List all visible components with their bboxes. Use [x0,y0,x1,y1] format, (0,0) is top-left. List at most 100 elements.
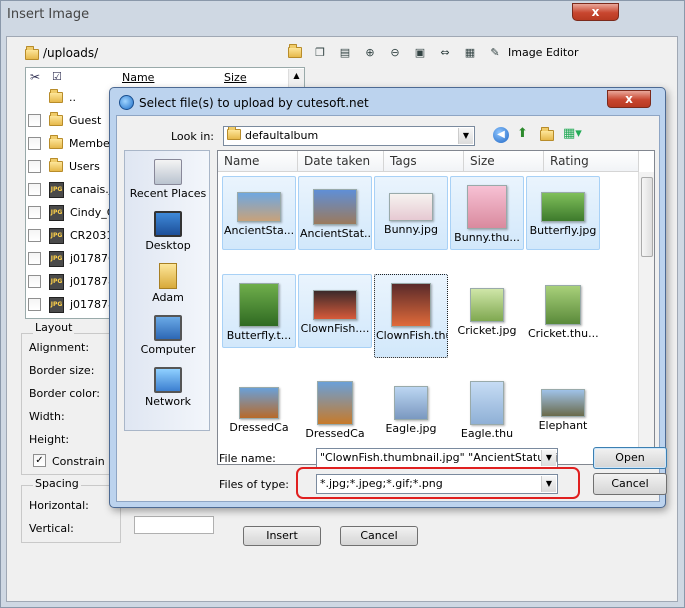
select-all-icon[interactable]: ☑ [52,70,62,83]
item-checkbox[interactable] [28,298,41,311]
thumbnail-image [239,283,279,327]
file-view: Name Date taken Tags Size Rating Ancient… [217,150,655,465]
paste-icon[interactable]: ▤ [336,43,354,61]
column-size[interactable]: Size [464,151,544,172]
name-column-header[interactable]: Name [122,71,154,84]
cancel-button[interactable]: Cancel [593,473,667,495]
zoom-out-icon[interactable]: ⊖ [386,43,404,61]
file-tile[interactable]: DressedCa [222,372,296,446]
dialog-close-button[interactable]: x [607,90,651,108]
look-in-value: defaultalbum [245,129,319,142]
place-computer[interactable]: Computer [125,315,211,356]
cut-icon[interactable]: ✂ [30,70,40,84]
file-tile[interactable]: DressedCa [298,372,372,446]
look-in-select[interactable]: defaultalbum ▼ [223,126,475,146]
place-user[interactable]: Adam [125,263,211,304]
file-name: AncientSta... [224,224,295,237]
file-tile[interactable]: Cricket.jpg [450,274,524,348]
actual-size-icon[interactable]: ⇔ [436,43,454,61]
file-tile[interactable]: Bunny.jpg [374,176,448,250]
thumbnail-image [467,185,507,229]
properties-icon[interactable]: ▦ [461,43,479,61]
file-tile[interactable]: Elephant [526,372,600,446]
file-tile[interactable]: Butterfly.jpg [526,176,600,250]
back-arrow-icon[interactable]: ◀ [493,127,509,143]
file-name: Butterfly.jpg [529,224,597,237]
computer-icon [154,315,182,341]
column-date-taken[interactable]: Date taken [298,151,384,172]
thumbnail-image [470,381,504,425]
file-tile[interactable]: AncientSta... [222,176,296,250]
place-desktop[interactable]: Desktop [125,211,211,252]
item-checkbox[interactable] [28,252,41,265]
spacing-legend: Spacing [33,477,81,490]
item-checkbox[interactable] [28,183,41,196]
item-checkbox[interactable] [28,137,41,150]
back-cancel-button[interactable]: Cancel [340,526,418,546]
browser-icon [119,95,134,110]
recent-places-icon [154,159,182,185]
layout-legend: Layout [33,321,75,334]
column-tags[interactable]: Tags [384,151,464,172]
open-button[interactable]: Open [593,447,667,469]
item-checkbox[interactable] [28,229,41,242]
thumbnail-image [470,288,504,322]
up-folder-icon[interactable]: ⬆ [517,126,528,141]
zoom-in-icon[interactable]: ⊕ [361,43,379,61]
file-name: Elephant [538,419,588,432]
chevron-down-icon: ▼ [458,128,473,144]
thumbnail-image [313,290,357,320]
item-checkbox[interactable] [28,114,41,127]
file-tile[interactable]: ClownFish.... [298,274,372,348]
file-tile[interactable]: AncientStat... [298,176,372,250]
file-tile[interactable]: Butterfly.t... [222,274,296,348]
current-path: /uploads/ [43,46,99,60]
file-tile[interactable]: Cricket.thu... [526,274,600,348]
close-button[interactable]: x [572,3,619,21]
file-scrollbar[interactable] [638,172,654,464]
file-type-label: Files of type: [219,478,290,491]
item-checkbox[interactable] [28,206,41,219]
horizontal-label: Horizontal: [29,499,89,512]
height-label: Height: [29,433,70,446]
file-upload-dialog: Select file(s) to upload by cutesoft.net… [109,87,667,508]
folder-icon [25,46,39,60]
place-network[interactable]: Network [125,367,211,408]
dialog-body: Look in: defaultalbum ▼ ◀ ⬆ ▦▾ Recent Pl… [116,115,667,502]
constrain-checkbox[interactable]: ✓ [33,454,46,467]
file-tile[interactable]: Eagle.jpg [374,372,448,446]
image-editor-icon[interactable]: ✎ [486,43,504,61]
file-tile[interactable]: Bunny.thu... [450,176,524,250]
image-editor-button[interactable]: Image Editor [508,46,579,59]
item-checkbox[interactable] [28,160,41,173]
folder-icon [227,127,241,140]
column-rating[interactable]: Rating [544,151,639,172]
file-name: Eagle.thu [460,427,514,440]
file-name: Cricket.thu... [528,327,599,340]
place-recent[interactable]: Recent Places [125,159,211,200]
scroll-thumb[interactable] [641,177,653,257]
item-checkbox[interactable] [28,275,41,288]
file-name-input[interactable]: "ClownFish.thumbnail.jpg" "AncientStatue… [316,448,558,468]
size-column-header[interactable]: Size [224,71,247,84]
file-name: Butterfly.t... [226,329,292,342]
copy-icon[interactable]: ❐ [311,43,329,61]
new-folder-icon[interactable] [540,127,554,141]
place-label: Adam [152,291,184,304]
views-menu-icon[interactable]: ▦▾ [563,126,582,141]
insert-button[interactable]: Insert [243,526,321,546]
alignment-label: Alignment: [29,341,90,354]
file-type-select[interactable]: *.jpg;*.jpeg;*.gif;*.png ▼ [316,474,558,494]
file-name: AncientStat... [300,227,371,240]
thumbnail-image [389,193,433,221]
fit-icon[interactable]: ▣ [411,43,429,61]
vertical-input[interactable] [134,516,214,534]
file-tile[interactable]: Eagle.thu [450,372,524,446]
place-label: Recent Places [129,187,207,200]
file-tile[interactable]: ClownFish.thumbnail.jpg [374,274,448,358]
column-name[interactable]: Name [218,151,298,172]
thumbnail-image [313,189,357,225]
new-folder-icon[interactable] [286,43,304,61]
thumbnail-image [317,381,353,425]
file-name: DressedCa [229,421,289,434]
